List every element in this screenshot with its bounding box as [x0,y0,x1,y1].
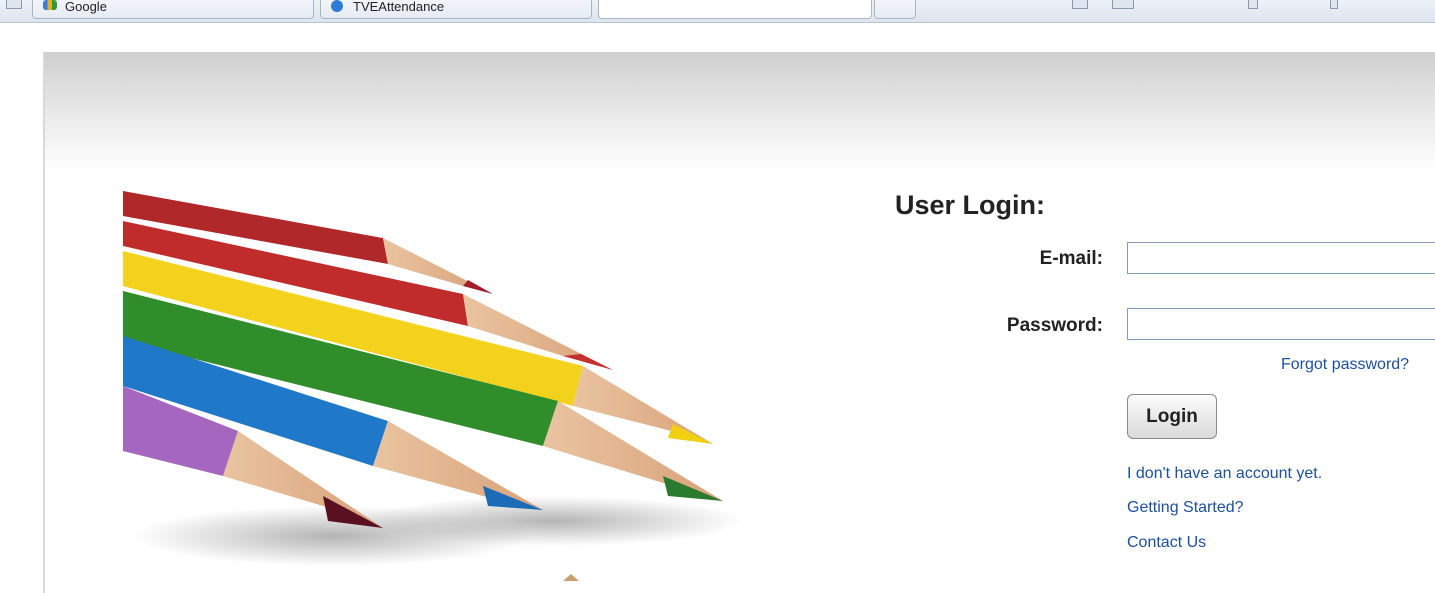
password-label: Password: [1006,315,1103,336]
tab-label: TVEAttendance [353,0,445,14]
login-title: User Login: [895,190,1046,220]
header-banner [45,53,1435,173]
toolbar-icon[interactable] [6,0,22,9]
password-field[interactable] [1127,308,1435,340]
google-icon [43,0,57,10]
tab-google[interactable]: Google [32,0,314,19]
tab-tveattendance[interactable]: TVEAttendance [320,0,592,19]
colored-pencils-image [123,191,743,581]
toolbar-icon[interactable] [1112,0,1134,9]
tab-extra[interactable] [874,0,916,19]
browser-tab-strip: Google TVEAttendance [0,0,1435,23]
toolbar-icon[interactable] [1330,0,1338,9]
email-field[interactable] [1127,242,1435,274]
email-label: E-mail: [1039,248,1103,269]
tab-label: Google [65,0,107,14]
getting-started-link[interactable]: Getting Started? [1127,499,1244,517]
contact-us-link[interactable]: Contact Us [1127,534,1206,552]
toolbar-icon[interactable] [1248,0,1258,9]
login-button[interactable]: Login [1127,394,1217,439]
forgot-password-link[interactable]: Forgot password? [1281,356,1409,374]
toolbar-icon[interactable] [1072,0,1088,9]
ie-icon [331,0,343,12]
no-account-link[interactable]: I don't have an account yet. [1127,465,1322,483]
tab-active[interactable] [598,0,872,19]
